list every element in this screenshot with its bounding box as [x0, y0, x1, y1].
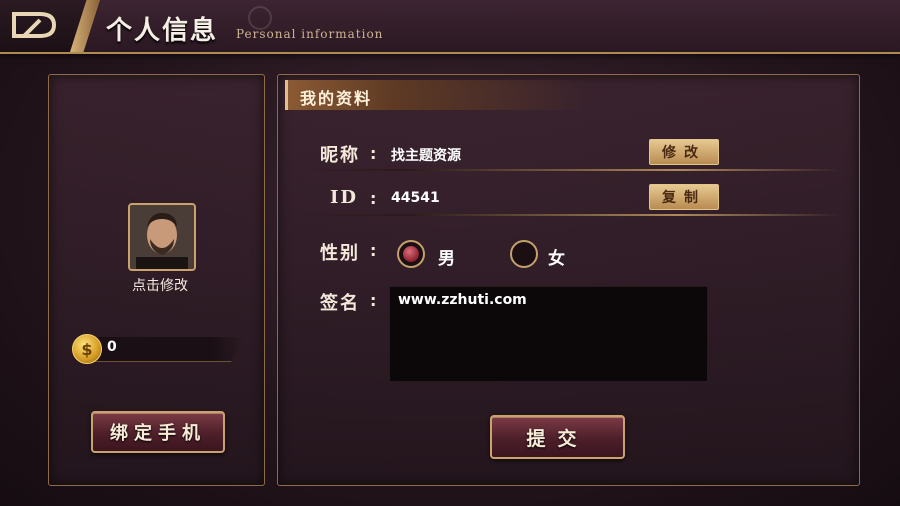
id-value: 44541 [391, 190, 440, 206]
nickname-divider [300, 169, 840, 171]
gender-male-label: 男 [438, 249, 455, 269]
coin-balance: 0 [107, 339, 117, 355]
gender-male-radio[interactable] [397, 240, 425, 268]
nickname-label: 昵称 [320, 145, 360, 166]
coin-icon: $ [72, 334, 102, 364]
back-icon [12, 12, 57, 38]
bind-phone-button[interactable]: 绑定手机 [91, 411, 225, 453]
gender-colon: : [370, 241, 377, 260]
id-colon: : [370, 189, 377, 208]
page-title: 个人信息 [106, 16, 219, 46]
signature-value: www.zzhuti.com [398, 292, 527, 308]
copy-id-button[interactable]: 复制 [649, 184, 719, 210]
submit-button[interactable]: 提交 [490, 415, 625, 459]
avatar-photo [130, 205, 194, 269]
id-divider [300, 214, 840, 216]
gender-female-radio[interactable] [510, 240, 538, 268]
signature-label: 签名 [320, 293, 360, 314]
nickname-value: 找主题资源 [391, 148, 461, 164]
page-subtitle: Personal information [236, 27, 384, 41]
gender-label: 性别 [320, 243, 360, 264]
avatar[interactable] [128, 203, 196, 271]
nickname-colon: : [370, 144, 377, 163]
avatar-edit-label[interactable]: 点击修改 [100, 275, 220, 295]
edit-nickname-button[interactable]: 修改 [649, 139, 719, 165]
signature-colon: : [370, 291, 377, 310]
section-title: 我的资料 [300, 89, 373, 108]
id-label: ID [330, 187, 359, 208]
gender-female-label: 女 [548, 249, 565, 269]
